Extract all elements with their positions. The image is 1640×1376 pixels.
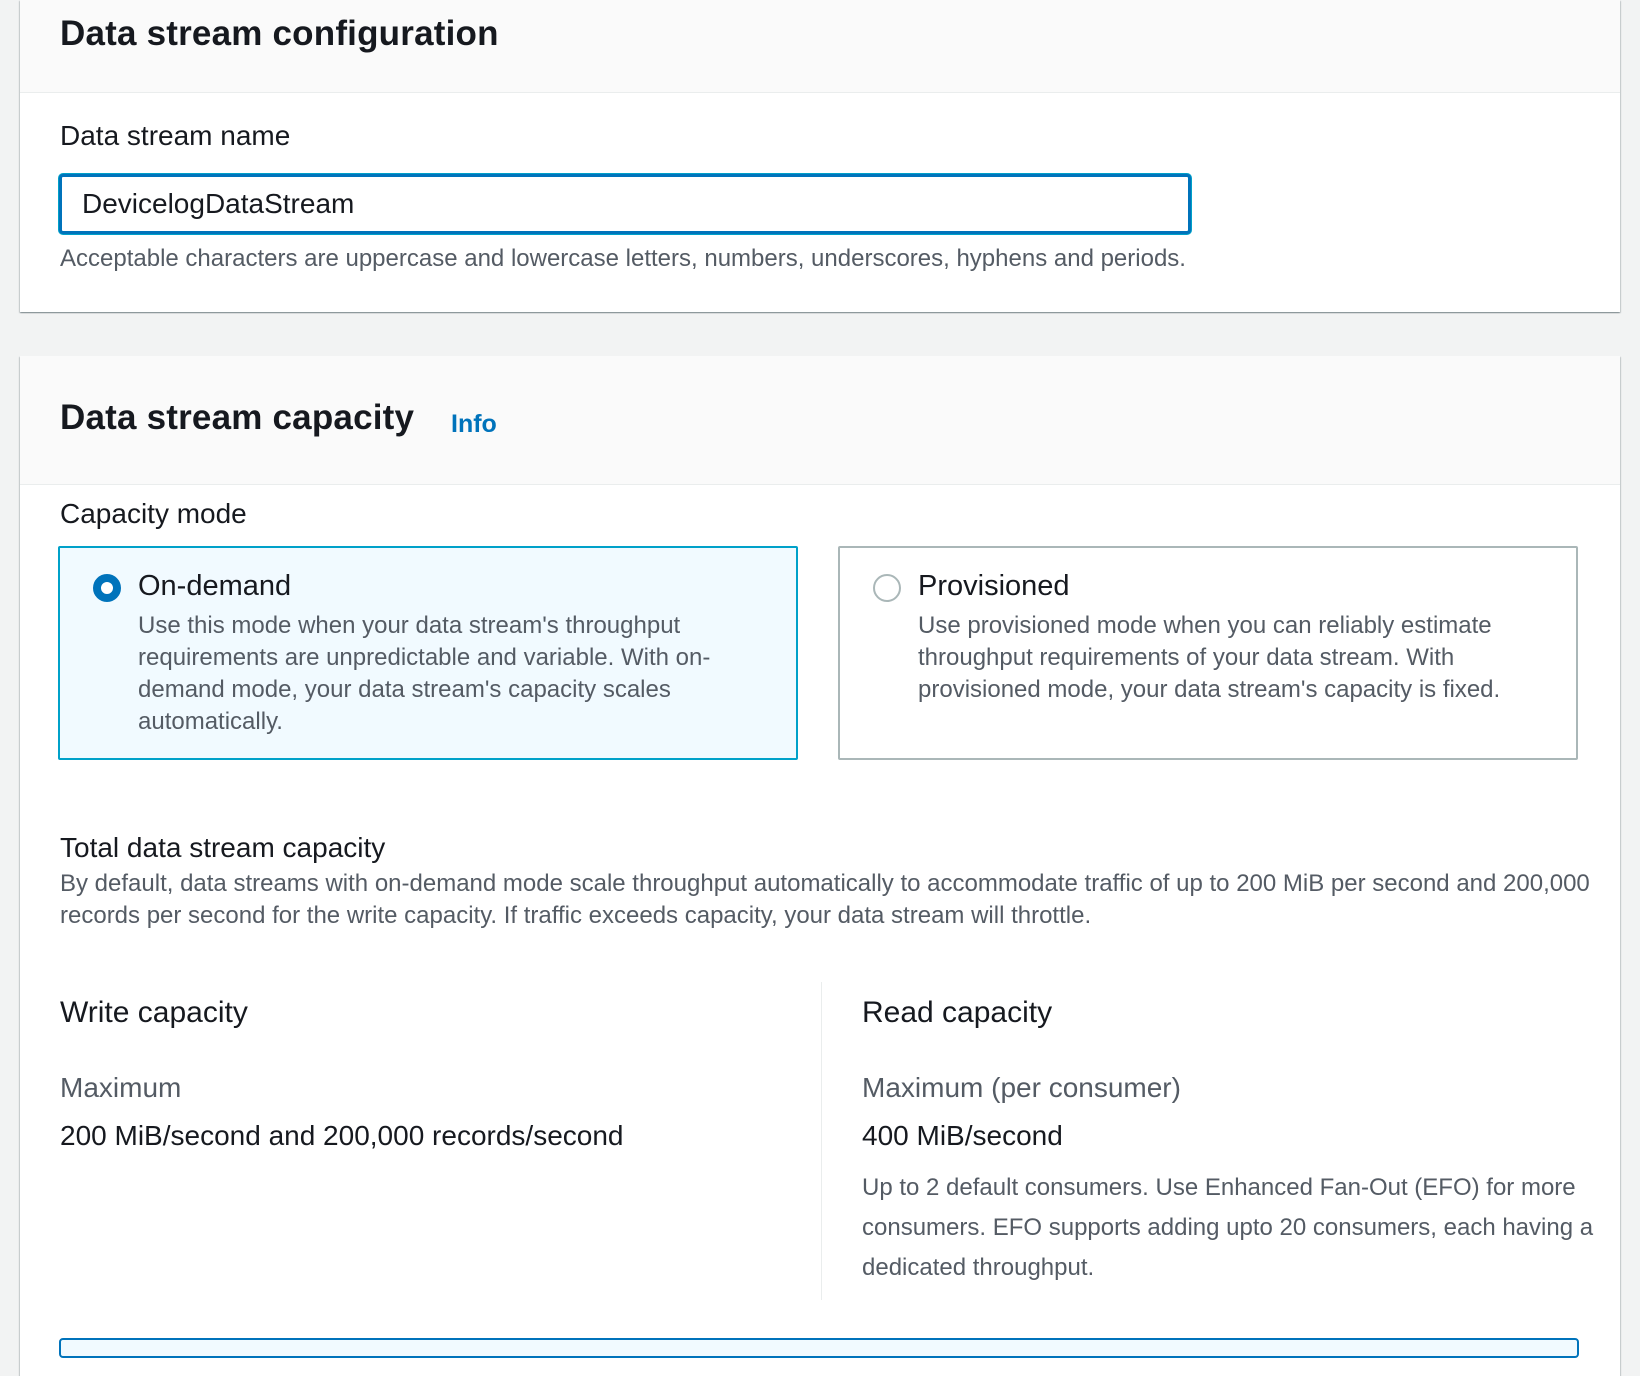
option-title: On-demand xyxy=(138,570,292,602)
write-capacity-title: Write capacity xyxy=(60,996,248,1029)
capacity-mode-on-demand-option[interactable]: On-demand Use this mode when your data s… xyxy=(58,546,798,760)
radio-selected-icon[interactable] xyxy=(93,574,121,602)
panel-header: Data stream capacity Info xyxy=(20,356,1620,485)
read-capacity-key: Maximum (per consumer) xyxy=(862,1072,1181,1103)
capacity-mode-label: Capacity mode xyxy=(60,498,247,529)
write-capacity-value: 200 MiB/second and 200,000 records/secon… xyxy=(60,1120,624,1151)
data-stream-name-hint: Acceptable characters are uppercase and … xyxy=(60,245,1186,272)
read-capacity-note: Up to 2 default consumers. Use Enhanced … xyxy=(862,1174,1594,1281)
total-capacity-label: Total data stream capacity xyxy=(60,832,386,863)
capacity-mode-provisioned-option[interactable]: Provisioned Use provisioned mode when yo… xyxy=(838,546,1578,760)
panel-header: Data stream configuration xyxy=(20,0,1620,93)
panel-title: Data stream capacity xyxy=(60,398,415,437)
option-description: Use this mode when your data stream's th… xyxy=(138,612,711,735)
read-capacity-title: Read capacity xyxy=(862,996,1053,1029)
radio-unselected-icon[interactable] xyxy=(873,574,901,602)
data-stream-configuration-panel: Data stream configuration Data stream na… xyxy=(20,0,1620,312)
read-capacity-value: 400 MiB/second xyxy=(862,1120,1063,1151)
write-capacity-key: Maximum xyxy=(60,1072,182,1103)
column-divider xyxy=(821,982,822,1300)
panel-title: Data stream configuration xyxy=(60,14,499,53)
data-stream-capacity-panel: Data stream capacity Info Capacity mode … xyxy=(20,356,1620,1376)
data-stream-name-input[interactable] xyxy=(59,174,1191,234)
data-stream-name-label: Data stream name xyxy=(60,120,291,151)
option-title: Provisioned xyxy=(918,570,1070,602)
option-description: Use provisioned mode when you can reliab… xyxy=(918,612,1501,703)
info-link[interactable]: Info xyxy=(451,410,497,439)
total-capacity-description: By default, data streams with on-demand … xyxy=(60,870,1590,929)
info-alert-box xyxy=(59,1338,1579,1358)
